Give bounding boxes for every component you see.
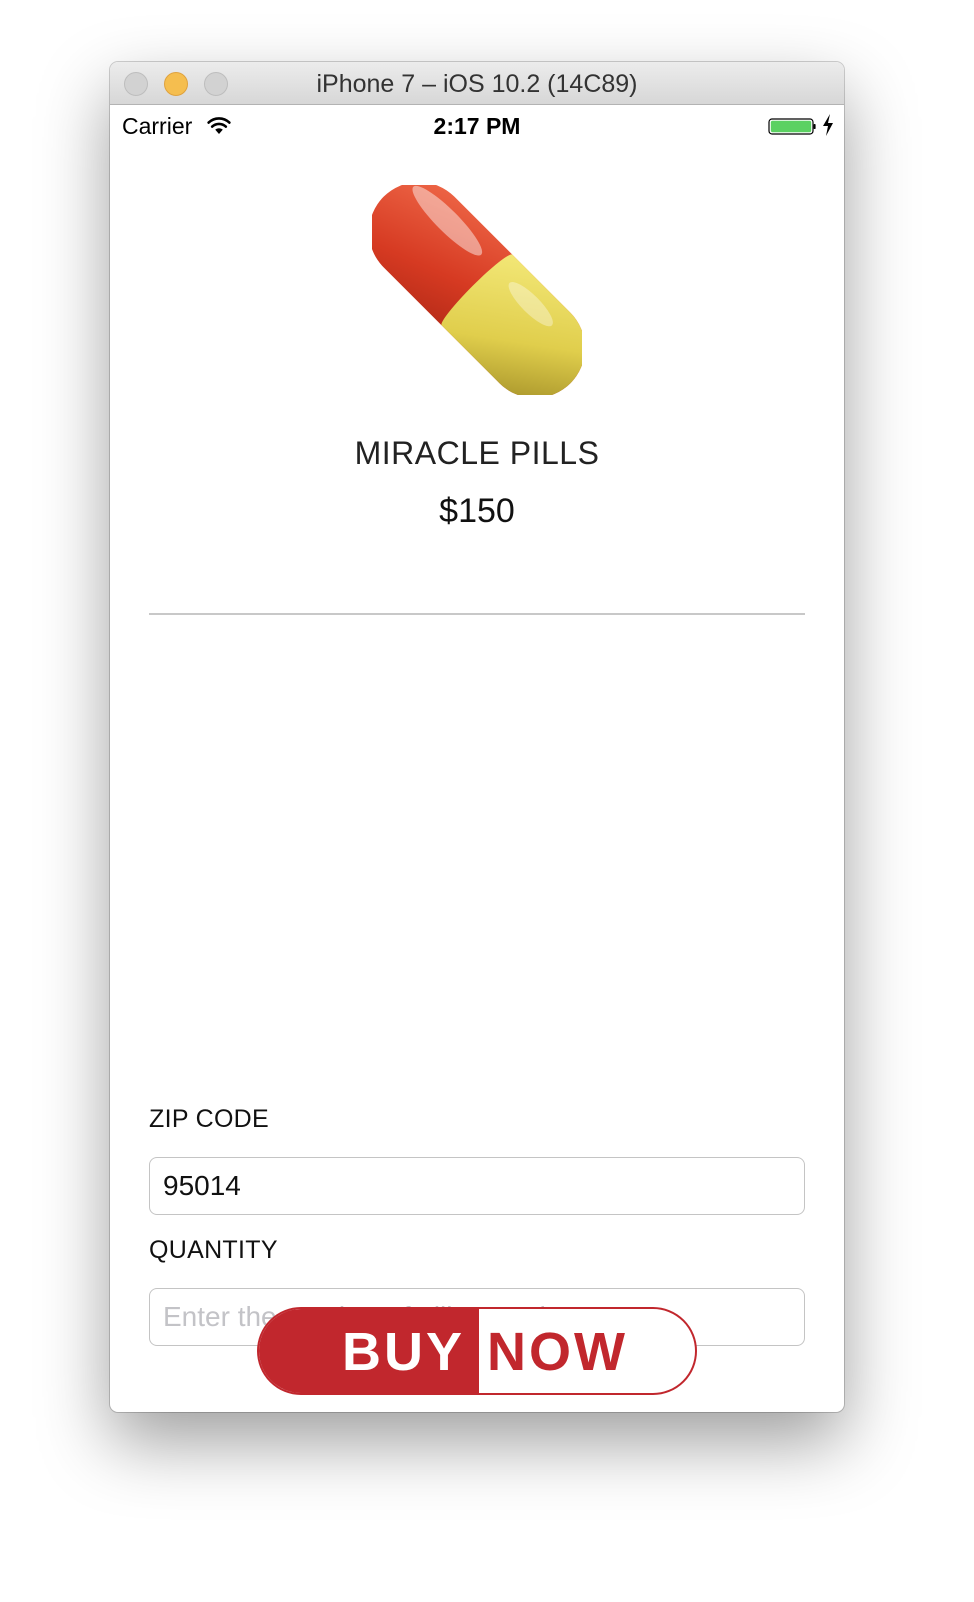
now-label: NOW	[487, 1322, 628, 1382]
product-name: MIRACLE PILLS	[354, 435, 600, 471]
title-bar[interactable]: iPhone 7 – iOS 10.2 (14C89)	[110, 62, 844, 105]
battery-icon	[768, 118, 816, 135]
zip-code-input[interactable]	[149, 1157, 805, 1215]
buy-now-button[interactable]: BUY NOW	[257, 1307, 697, 1395]
quantity-label: QUANTITY	[149, 1236, 278, 1264]
status-bar: Carrier 2:17 PM	[110, 105, 844, 145]
charging-bolt-icon	[823, 114, 833, 136]
window-title: iPhone 7 – iOS 10.2 (14C89)	[316, 70, 638, 98]
divider	[149, 613, 805, 615]
pill-icon	[372, 185, 582, 395]
zip-code-label: ZIP CODE	[149, 1105, 270, 1133]
status-time: 2:17 PM	[433, 113, 521, 139]
product-price: $150	[439, 492, 515, 530]
buy-now-button-fill: BUY	[259, 1309, 479, 1393]
simulator-window: iPhone 7 – iOS 10.2 (14C89) Carrier 2:17…	[110, 62, 844, 1412]
buy-label: BUY	[341, 1322, 465, 1382]
app-content: MIRACLE PILLS $150 ZIP CODE QUANTITY BUY…	[110, 145, 844, 1412]
